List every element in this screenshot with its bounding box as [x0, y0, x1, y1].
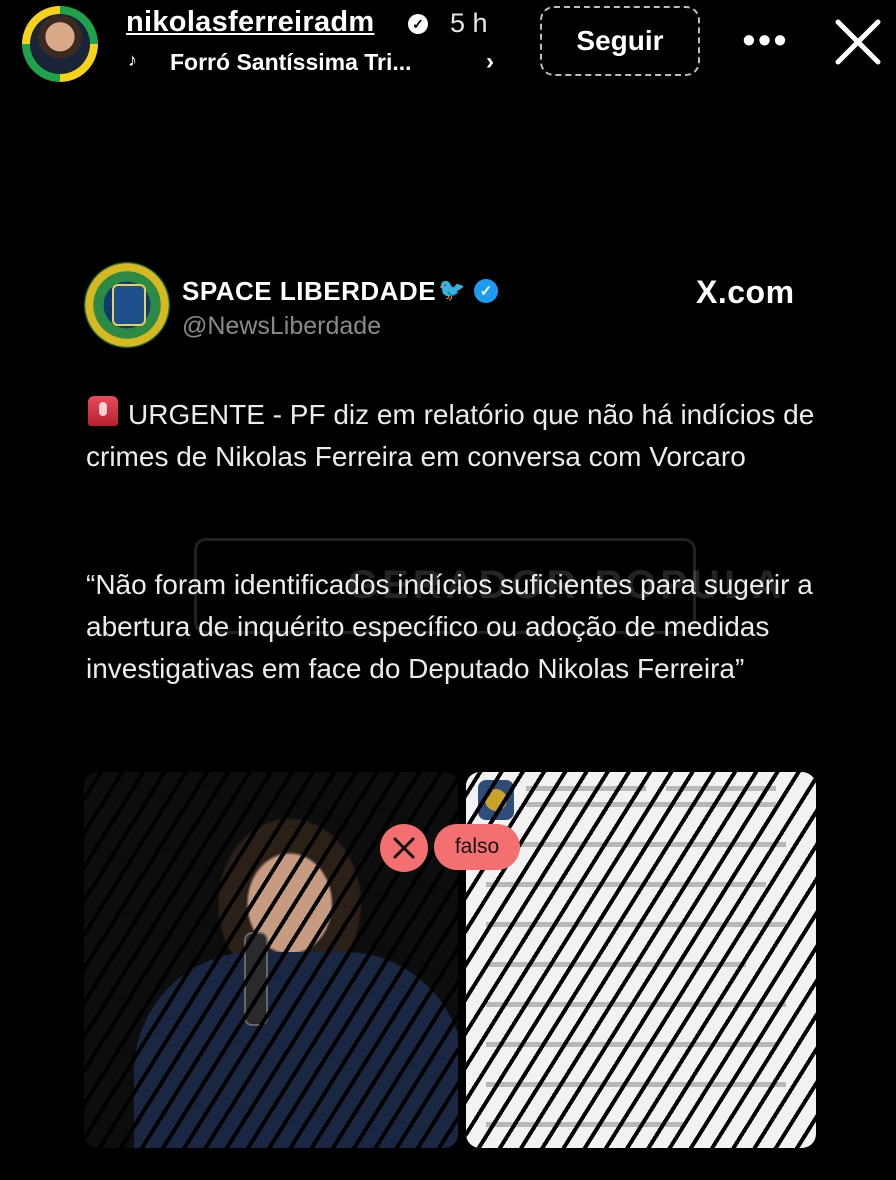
fact-check-badge[interactable]: falso: [434, 824, 520, 870]
tweet-handle: @NewsLiberdade: [182, 312, 382, 340]
bird-icon: 🐦: [438, 277, 466, 302]
shield-emblem: [112, 284, 146, 326]
story-username[interactable]: nikolasferreiradm: [126, 6, 375, 39]
false-mark-icon[interactable]: [380, 824, 428, 872]
story-time: 5 h: [450, 8, 488, 38]
music-title[interactable]: Forró Santíssima Tri...: [170, 49, 412, 76]
tweet-headline-text: URGENTE - PF diz em relatório que não há…: [86, 399, 815, 472]
tweet-display-name: SPACE LIBERDADE: [182, 276, 437, 306]
verified-icon: ✓: [408, 14, 428, 34]
tweet-source: X.com: [696, 274, 795, 310]
tweet-text-headline: URGENTE - PF diz em relatório que não há…: [86, 394, 826, 478]
hatch-overlay: [466, 772, 816, 1148]
close-icon[interactable]: [830, 14, 886, 70]
chevron-right-icon[interactable]: ›: [486, 48, 494, 76]
avatar-photo: [30, 14, 90, 74]
tweet-photo-document[interactable]: [466, 772, 816, 1148]
profile-avatar[interactable]: [22, 6, 98, 82]
more-options-icon[interactable]: •••: [740, 18, 792, 62]
close-x-icon: [393, 837, 415, 859]
verified-badge-icon: ✓: [474, 279, 498, 303]
tweet-avatar: [84, 262, 170, 348]
follow-button[interactable]: Seguir: [540, 6, 700, 76]
tweet-text-quote: “Não foram identificados indícios sufici…: [86, 569, 813, 684]
music-icon: ♪: [128, 50, 137, 70]
